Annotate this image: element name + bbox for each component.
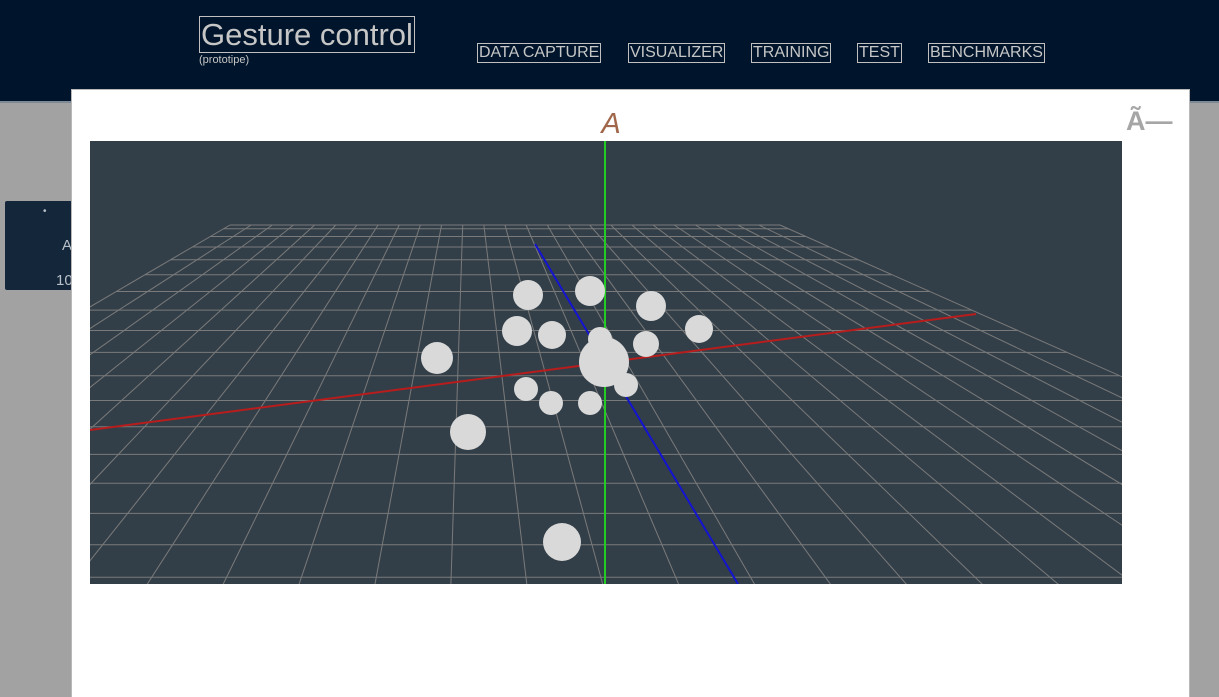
landmark-point	[514, 377, 538, 401]
app-subtitle: (prototipe)	[199, 54, 250, 66]
grid-line	[673, 224, 1122, 526]
grid-line	[90, 224, 231, 308]
grid-line	[631, 224, 1059, 584]
landmark-point	[450, 414, 486, 450]
landmark-point	[513, 280, 543, 310]
grid-line	[222, 224, 400, 584]
landmark-point	[538, 321, 566, 349]
landmark-point	[578, 391, 602, 415]
grid-line	[568, 224, 831, 584]
hand-landmarks	[421, 276, 713, 561]
nav-test[interactable]: TEST	[857, 43, 902, 63]
landmark-point	[614, 373, 638, 397]
landmark-point	[421, 342, 453, 374]
landmark-point	[575, 276, 605, 306]
landmark-point	[502, 316, 532, 346]
card-bullet: •	[43, 206, 47, 217]
grid-line	[610, 224, 983, 584]
landmark-point	[539, 391, 563, 415]
visualizer-modal: A Ã—	[71, 89, 1190, 697]
grid-line	[483, 224, 528, 584]
3d-viewport[interactable]	[90, 141, 1122, 584]
nav-data-capture[interactable]: DATA CAPTURE	[477, 43, 602, 63]
nav-visualizer[interactable]: VISUALIZER	[628, 43, 726, 63]
landmark-point	[543, 523, 581, 561]
nav-benchmarks[interactable]: BENCHMARKS	[928, 43, 1045, 63]
landmark-point	[636, 291, 666, 321]
landmark-point	[633, 331, 659, 357]
grid-line	[779, 224, 1122, 378]
grid-line	[450, 224, 464, 584]
grid-line	[737, 224, 1122, 423]
3d-scene[interactable]	[90, 141, 1122, 584]
app-title[interactable]: Gesture control	[199, 16, 415, 53]
grid-line	[298, 224, 421, 584]
grid-line	[695, 224, 1122, 486]
landmark-point	[685, 315, 713, 343]
modal-title: A	[601, 108, 621, 140]
grid-line	[90, 224, 337, 486]
grid-line	[374, 224, 443, 584]
close-icon[interactable]: Ã—	[1126, 106, 1173, 137]
x-axis-line	[90, 313, 977, 431]
nav-training[interactable]: TRAINING	[751, 43, 832, 63]
app-header: Gesture control (prototipe) DATA CAPTURE…	[0, 0, 1219, 103]
grid-line	[589, 224, 907, 584]
brand[interactable]: Gesture control (prototipe)	[199, 16, 415, 66]
